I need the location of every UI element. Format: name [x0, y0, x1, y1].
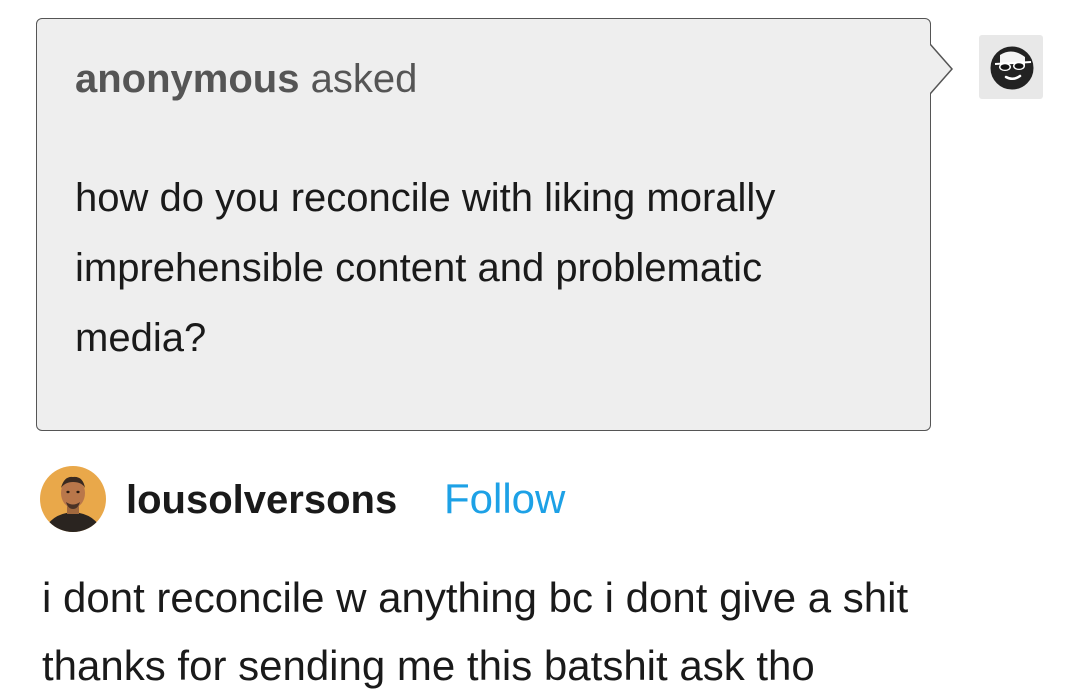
sunglasses-face-icon [990, 46, 1034, 90]
ask-header: anonymous asked [75, 59, 417, 99]
answerer-avatar[interactable] [40, 466, 106, 532]
asker-avatar[interactable] [979, 35, 1043, 99]
answer-text-line: i dont reconcile w anything bc i dont gi… [42, 574, 909, 621]
bubble-pointer [930, 44, 953, 94]
user-portrait-avatar [40, 466, 106, 532]
ask-verb: asked [310, 57, 418, 101]
follow-button[interactable]: Follow [444, 478, 565, 520]
answerer-blog-name[interactable]: lousolversons [126, 480, 397, 520]
ask-question-text: how do you reconcile with liking morally… [75, 176, 776, 360]
ask-bubble: anonymous asked how do you reconcile wit… [36, 18, 931, 431]
asker-name: anonymous [75, 57, 300, 101]
answer-text-line: thanks for sending me this batshit ask t… [42, 642, 815, 689]
